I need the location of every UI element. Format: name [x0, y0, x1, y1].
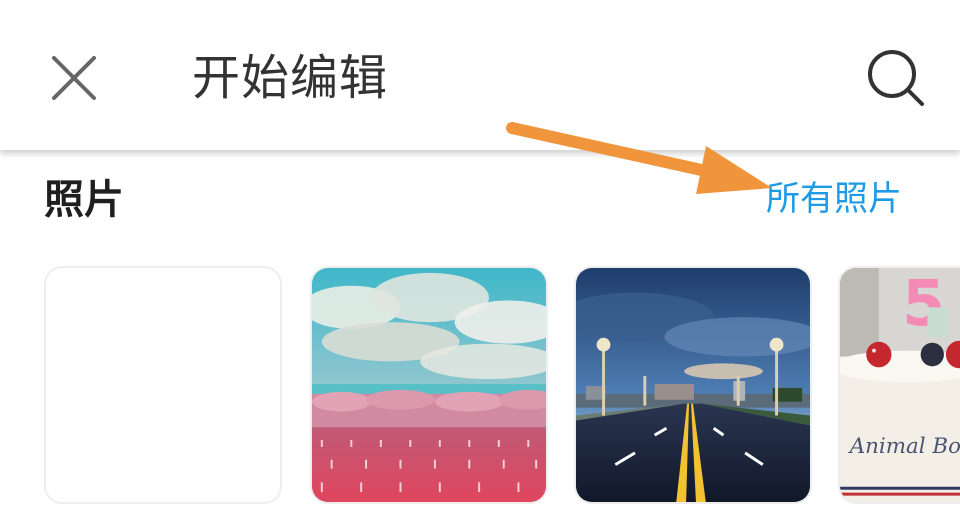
cake-image: 5 Animal Bow	[840, 268, 960, 502]
top-bar: 开始编辑	[0, 0, 960, 151]
photo-thumbnail-flower-field[interactable]	[310, 266, 548, 504]
cake-text: Animal Bow	[848, 434, 960, 459]
road-image	[576, 268, 810, 502]
close-button[interactable]	[44, 48, 104, 108]
all-photos-link[interactable]: 所有照片	[766, 172, 902, 226]
search-icon	[868, 50, 924, 106]
close-icon	[52, 56, 96, 100]
photo-thumbnail-cake[interactable]: 5 Animal Bow	[838, 266, 960, 504]
annotation-arrow	[506, 122, 772, 194]
flower-field-image	[312, 268, 546, 502]
search-button[interactable]	[862, 44, 930, 112]
photo-thumbnail-road[interactable]	[574, 266, 812, 504]
page-title: 开始编辑	[192, 50, 389, 106]
photos-section-title: 照片	[44, 177, 124, 223]
photo-thumbnail-empty[interactable]	[44, 266, 282, 504]
